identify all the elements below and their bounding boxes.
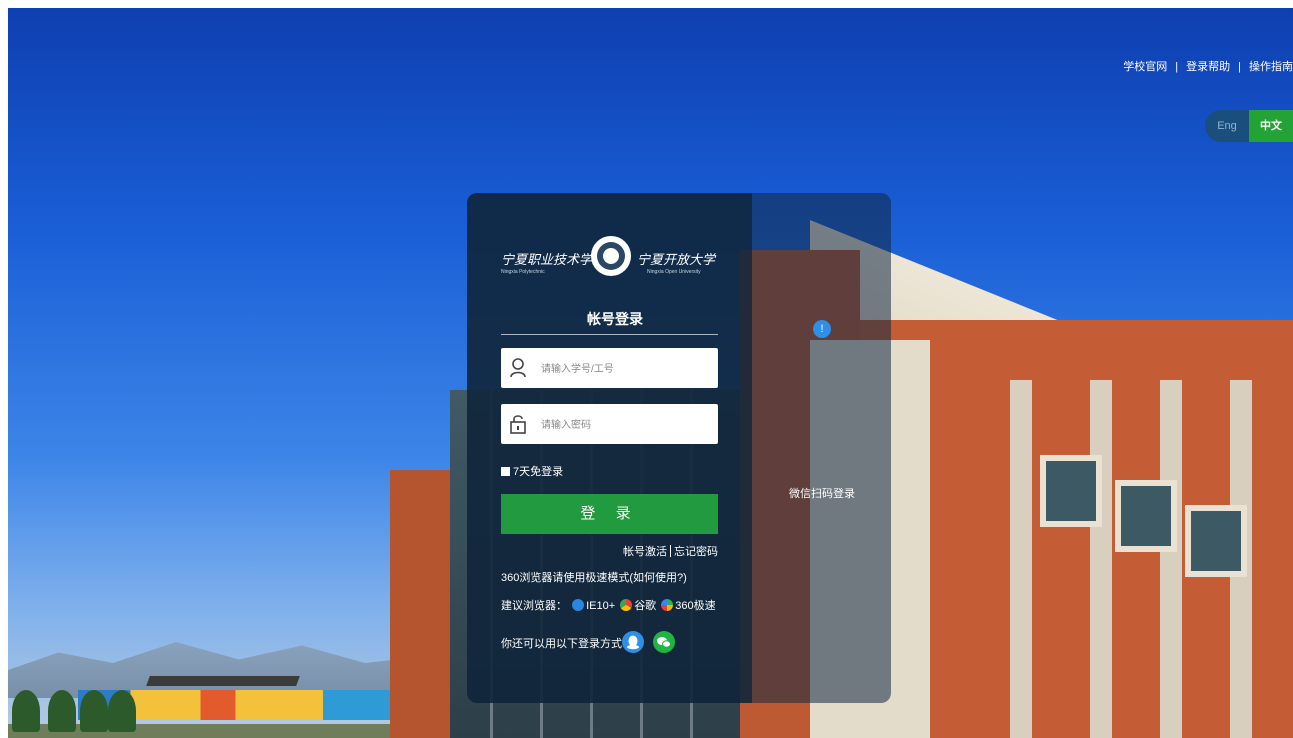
remember-checkbox[interactable] <box>501 467 510 476</box>
login-help-link[interactable]: 登录帮助 <box>1186 58 1230 74</box>
browser-360: 360极速 <box>675 600 716 612</box>
browser-chrome: 谷歌 <box>634 600 657 612</box>
username-input[interactable] <box>539 356 713 382</box>
top-links: 学校官网 | 登录帮助 | 操作指南 <box>1123 58 1293 74</box>
lock-icon <box>509 413 527 435</box>
tree <box>80 690 108 732</box>
lang-chinese[interactable]: 中文 <box>1249 110 1293 142</box>
lang-english[interactable]: Eng <box>1205 110 1249 142</box>
wechat-scan-label[interactable]: 微信扫码登录 <box>789 485 855 501</box>
browsers-label: 建议浏览器： <box>501 600 567 612</box>
guide-link[interactable]: 操作指南 <box>1249 58 1293 74</box>
login-panel: 宁夏职业技术学院 Ningxia Polytechnic 宁夏开放大学 Ning… <box>467 193 891 703</box>
activate-account-link[interactable]: 帐号激活 <box>623 546 667 558</box>
tree <box>48 690 76 732</box>
chrome-icon <box>620 599 633 611</box>
school-site-link[interactable]: 学校官网 <box>1123 58 1167 74</box>
info-icon[interactable]: ! <box>813 320 831 338</box>
tree <box>108 690 136 732</box>
divider <box>670 545 671 557</box>
tree <box>12 690 40 732</box>
remember-label: 7天免登录 <box>513 466 564 478</box>
user-icon <box>509 357 527 379</box>
account-login-title[interactable]: 帐号登录 <box>587 309 643 329</box>
emblem-icon <box>591 236 631 276</box>
password-input[interactable] <box>539 412 713 438</box>
account-links: 帐号激活 忘记密码 <box>623 543 718 559</box>
title-underline <box>501 334 718 335</box>
wechat-login-pane[interactable] <box>752 193 891 703</box>
browser-ie: IE10+ <box>586 600 616 612</box>
divider: | <box>1175 61 1179 73</box>
divider: | <box>1238 61 1241 73</box>
login-button[interactable]: 登 录 <box>501 494 718 534</box>
school1-name: 宁夏职业技术学院 <box>501 253 606 268</box>
other-login-label: 你还可以用以下登录方式： <box>501 638 633 650</box>
username-field <box>501 348 718 388</box>
school2-name: 宁夏开放大学 <box>637 253 716 268</box>
360-browser-icon <box>661 599 674 611</box>
school2-english: Ningxia Open University <box>647 269 701 275</box>
forgot-password-link[interactable]: 忘记密码 <box>674 546 718 558</box>
wechat-icon[interactable] <box>653 631 675 653</box>
remember-login[interactable]: 7天免登录 <box>501 463 563 479</box>
password-field <box>501 404 718 444</box>
language-switch: Eng 中文 <box>1205 110 1293 142</box>
browser-360-tip[interactable]: 360浏览器请使用极速模式(如何使用?) <box>501 569 687 585</box>
account-login-pane: 宁夏职业技术学院 Ningxia Polytechnic 宁夏开放大学 Ning… <box>467 193 752 703</box>
ie-icon <box>572 599 585 611</box>
school1-english: Ningxia Polytechnic <box>501 269 545 275</box>
recommended-browsers: 建议浏览器： IE10+ 谷歌 360极速 <box>501 597 716 613</box>
school-logo: 宁夏职业技术学院 Ningxia Polytechnic 宁夏开放大学 Ning… <box>497 233 727 293</box>
qq-icon[interactable] <box>622 631 644 653</box>
